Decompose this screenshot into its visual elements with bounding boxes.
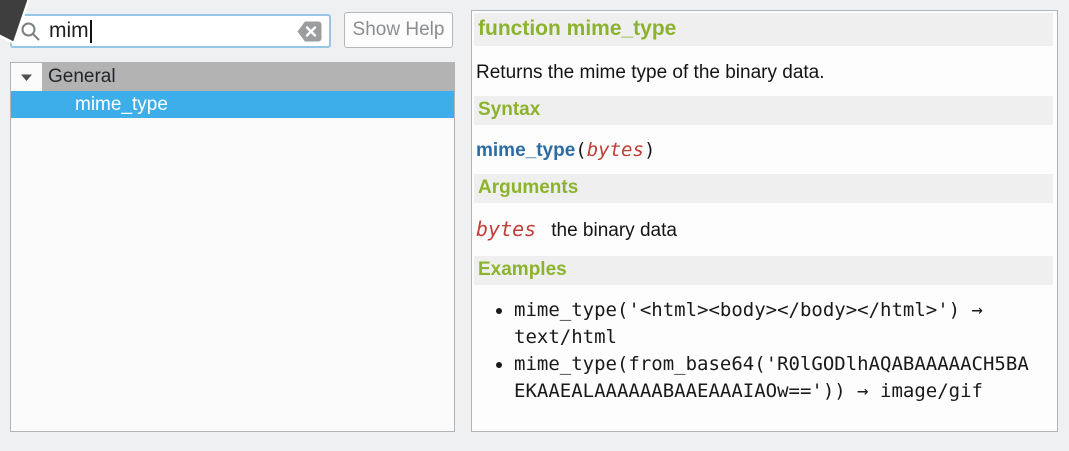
help-title: function mime_type (474, 13, 1053, 46)
search-input[interactable]: mim (10, 14, 331, 48)
tree-item-label: mime_type (75, 94, 168, 115)
argument-description: the binary data (551, 220, 677, 242)
text-caret (90, 20, 92, 43)
tree-group-label: General (42, 63, 454, 91)
tree-item-mime-type[interactable]: mime_type (11, 91, 454, 118)
tree-group-general[interactable]: General (11, 63, 454, 91)
mouse-cursor-artifact (0, 0, 44, 54)
syntax-open-paren: ( (575, 139, 586, 161)
argument-row: bytes the binary data (476, 217, 1051, 242)
syntax-line: mime_type(bytes) (476, 139, 1051, 162)
show-help-button[interactable]: Show Help (344, 12, 453, 48)
syntax-function-name: mime_type (476, 140, 575, 161)
argument-name: bytes (476, 217, 536, 241)
section-heading-examples: Examples (474, 256, 1053, 285)
syntax-close-paren: ) (644, 139, 655, 161)
show-help-label: Show Help (353, 19, 445, 41)
search-input-value: mim (49, 19, 89, 43)
clear-text-icon[interactable] (296, 20, 323, 43)
expander-cell[interactable] (11, 63, 42, 91)
section-heading-arguments: Arguments (474, 174, 1053, 203)
syntax-parameter: bytes (587, 139, 644, 161)
function-tree: General mime_type (10, 62, 455, 432)
example-item: mime_type(from_base64('R0lGODlhAQABAAAAA… (514, 351, 1034, 405)
examples-list: mime_type('<html><body></body></html>') … (474, 297, 1034, 405)
help-panel: function mime_type Returns the mime type… (471, 10, 1058, 432)
example-item: mime_type('<html><body></body></html>') … (514, 297, 1034, 351)
function-description: Returns the mime type of the binary data… (476, 61, 1051, 84)
section-heading-syntax: Syntax (474, 96, 1053, 125)
chevron-down-icon (20, 73, 33, 82)
